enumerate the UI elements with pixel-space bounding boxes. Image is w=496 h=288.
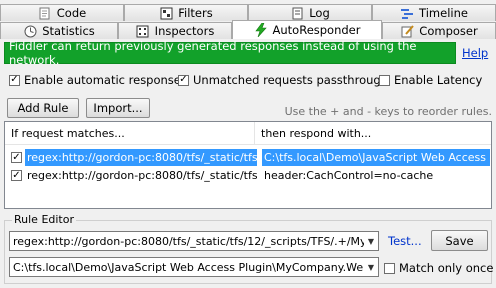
tab-log-label: Log: [309, 6, 330, 20]
unmatched-passthrough-checkbox[interactable]: ✓: [178, 74, 189, 86]
response-action-value: C:\tfs.local\Demo\JavaScript Web Access …: [13, 260, 364, 274]
import-button[interactable]: Import...: [86, 98, 150, 118]
rule-enabled-checkbox[interactable]: ✓: [11, 170, 22, 181]
rule-respond-cell: C:\tfs.local\Demo\JavaScript Web Access …: [262, 149, 490, 166]
code-icon: [38, 6, 52, 20]
rules-list[interactable]: If request matches... then respond with.…: [4, 121, 492, 209]
rule-editor-label: Rule Editor: [12, 213, 76, 226]
log-icon: [290, 6, 304, 20]
reorder-hint: Use the + and - keys to reorder rules.: [284, 105, 492, 118]
match-only-once-checkbox[interactable]: [384, 262, 395, 274]
column-header-match[interactable]: If request matches...: [5, 122, 255, 144]
tab-statistics[interactable]: Statistics: [0, 22, 118, 39]
info-banner: Fiddler can return previously generated …: [4, 39, 456, 67]
column-header-respond[interactable]: then respond with...: [255, 122, 491, 144]
tab-composer-label: Composer: [419, 24, 478, 38]
table-row[interactable]: ✓ regex:http://gordon-pc:8080/tfs/_stati…: [5, 167, 491, 184]
filters-icon: [159, 6, 173, 20]
enable-auto-responses-option[interactable]: ✓ Enable automatic responses: [9, 73, 187, 87]
tab-code-label: Code: [56, 6, 87, 20]
enable-auto-responses-label: Enable automatic responses: [24, 73, 187, 87]
tab-log[interactable]: Log: [248, 4, 372, 21]
chevron-down-icon[interactable]: ▼: [364, 232, 378, 250]
tab-filters[interactable]: Filters: [124, 4, 248, 21]
composer-icon: [400, 24, 414, 38]
lightning-icon: [254, 23, 268, 37]
rules-list-header: If request matches... then respond with.…: [5, 122, 491, 145]
options-row: ✓ Enable automatic responses ✓ Unmatched…: [0, 73, 496, 89]
add-rule-button[interactable]: Add Rule: [7, 98, 79, 118]
chevron-down-icon[interactable]: ▼: [364, 258, 378, 276]
tab-code[interactable]: Code: [0, 4, 124, 21]
info-banner-text: Fiddler can return previously generated …: [9, 39, 417, 67]
tab-autoresponder[interactable]: AutoResponder: [232, 20, 382, 39]
match-pattern-combobox[interactable]: regex:http://gordon-pc:8080/tfs/_static/…: [9, 231, 379, 251]
help-link[interactable]: Help: [462, 46, 488, 60]
rule-match-cell: regex:http://gordon-pc:8080/tfs/_static/…: [27, 169, 257, 182]
tab-timeline-label: Timeline: [419, 6, 468, 20]
inspectors-icon: [136, 24, 150, 38]
rule-match-cell: regex:http://gordon-pc:8080/tfs/_static/…: [25, 149, 257, 166]
response-action-combobox[interactable]: C:\tfs.local\Demo\JavaScript Web Access …: [9, 257, 379, 277]
statistics-icon: [23, 24, 37, 38]
test-link[interactable]: Test...: [388, 234, 422, 248]
unmatched-passthrough-label: Unmatched requests passthrough: [193, 73, 388, 87]
tab-row-bottom: Statistics Inspectors AutoResponder Comp…: [0, 20, 496, 40]
match-only-once-option[interactable]: Match only once: [384, 261, 493, 275]
match-pattern-value: regex:http://gordon-pc:8080/tfs/_static/…: [13, 234, 364, 248]
tab-filters-label: Filters: [178, 6, 213, 20]
enable-auto-responses-checkbox[interactable]: ✓: [9, 74, 20, 86]
enable-latency-checkbox[interactable]: [379, 74, 390, 86]
tab-inspectors[interactable]: Inspectors: [118, 22, 232, 39]
timeline-icon: [400, 6, 414, 20]
tab-composer[interactable]: Composer: [382, 22, 496, 39]
tab-autoresponder-label: AutoResponder: [272, 23, 361, 37]
tab-inspectors-label: Inspectors: [154, 24, 215, 38]
save-button[interactable]: Save: [431, 230, 488, 251]
enable-latency-label: Enable Latency: [394, 73, 483, 87]
tab-timeline[interactable]: Timeline: [372, 4, 496, 21]
enable-latency-option[interactable]: Enable Latency: [379, 73, 482, 87]
rule-enabled-checkbox[interactable]: ✓: [11, 152, 22, 163]
table-row[interactable]: ✓ regex:http://gordon-pc:8080/tfs/_stati…: [5, 149, 491, 166]
tab-statistics-label: Statistics: [42, 24, 95, 38]
match-only-once-label: Match only once: [399, 261, 494, 275]
rule-respond-cell: header:CachControl=no-cache: [264, 169, 434, 182]
unmatched-passthrough-option[interactable]: ✓ Unmatched requests passthrough: [178, 73, 388, 87]
